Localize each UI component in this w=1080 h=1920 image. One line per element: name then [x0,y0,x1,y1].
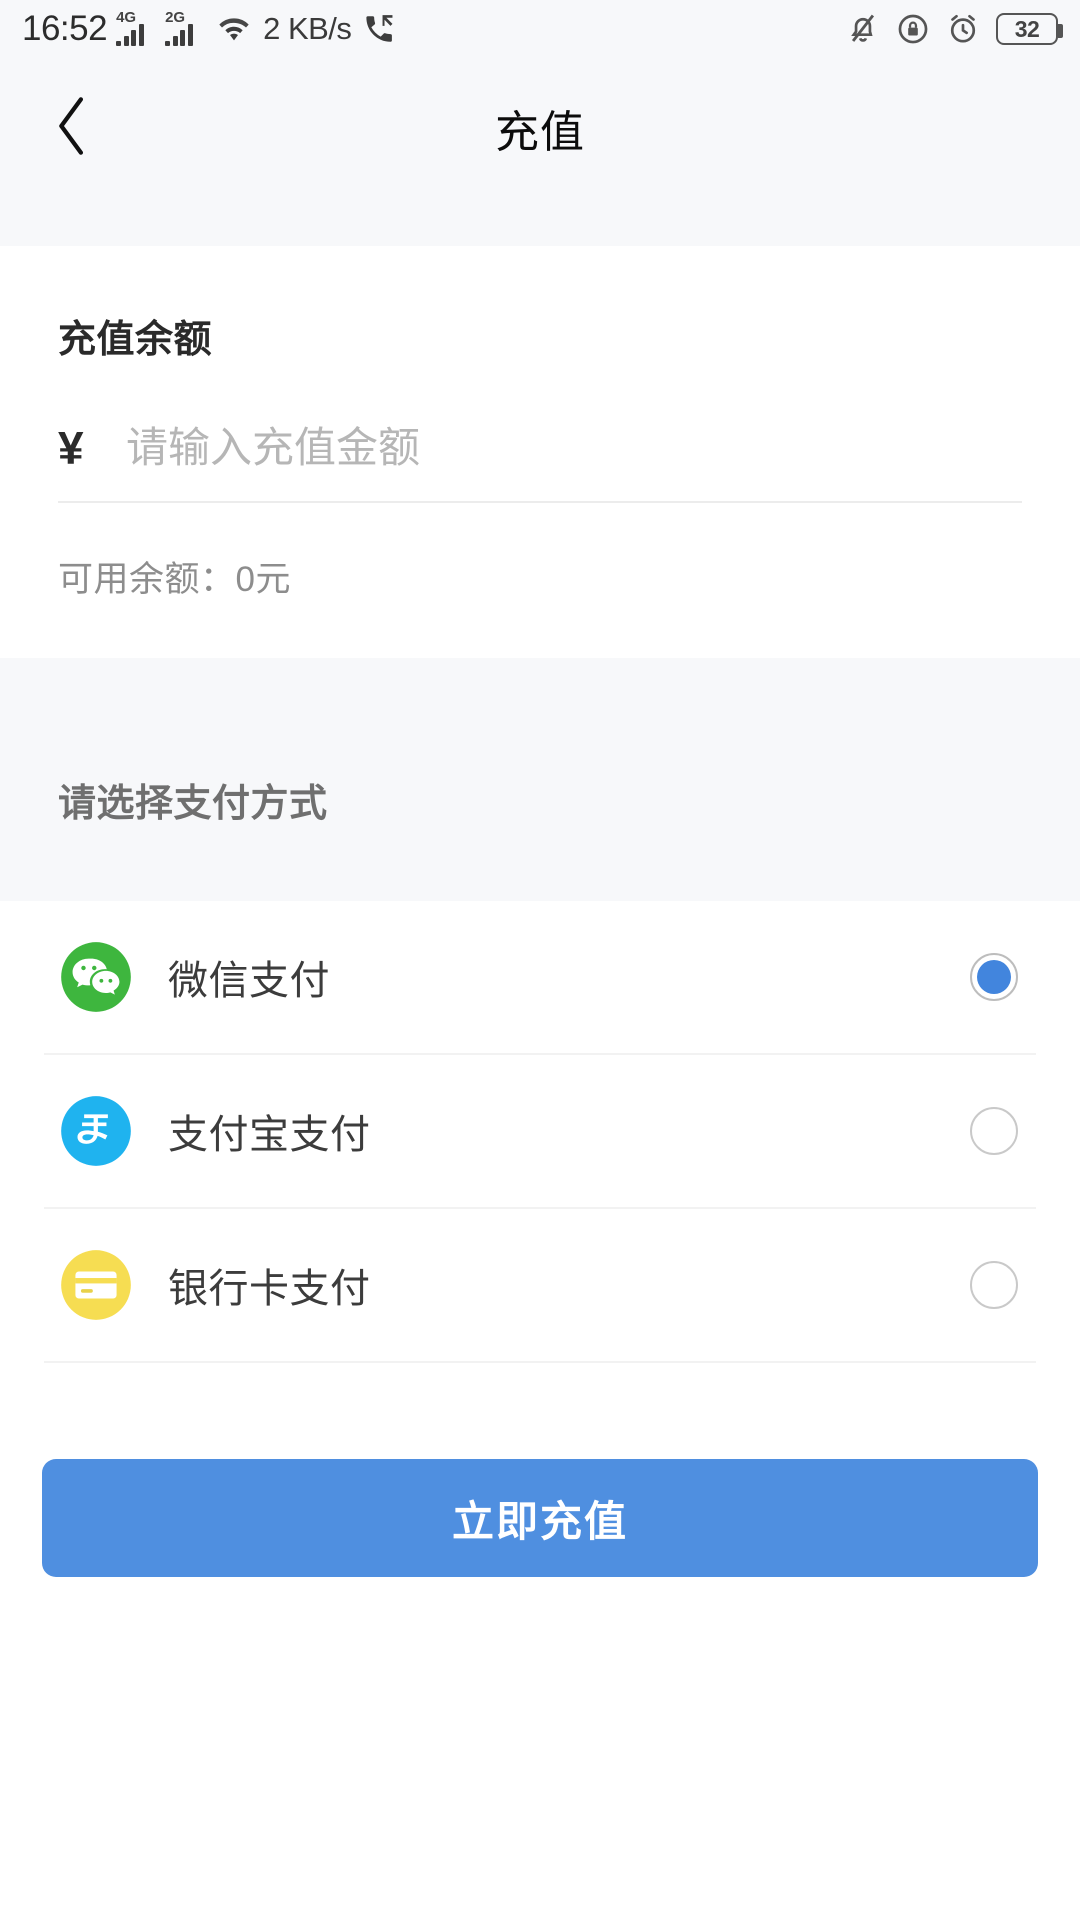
nav-bar: 充值 [0,58,1080,198]
payment-option-label: 支付宝支付 [168,1113,371,1157]
section-gap-top [0,198,1080,246]
submit-button-wrap: 立即充值 [0,1363,1080,1577]
network-speed: 2 KB/s [263,11,352,46]
payment-method-list: 微信支付 支付宝支付 银行卡支付 [0,901,1080,1363]
bell-off-icon [846,11,880,47]
battery-level: 32 [1014,15,1040,42]
recharge-balance-card: 充值余额 ¥ 可用余额：0元 [0,246,1080,658]
payment-option-label: 银行卡支付 [168,1267,371,1311]
missed-call-icon [360,12,398,46]
payment-option-bankcard[interactable]: 银行卡支付 [44,1209,1036,1363]
yen-symbol-icon: ¥ [58,422,84,474]
payment-radio-wechat[interactable] [970,953,1018,1001]
available-balance-text: 可用余额：0元 [58,560,291,599]
page-title: 充值 [495,108,585,157]
payment-option-alipay[interactable]: 支付宝支付 [44,1055,1036,1209]
alipay-icon [58,1093,134,1169]
alarm-clock-icon [946,12,980,46]
rotation-lock-icon [896,12,930,46]
amount-input-row: ¥ [58,421,1022,503]
bottom-filler [0,1577,1080,1920]
payment-option-wechat[interactable]: 微信支付 [44,901,1036,1055]
recharge-balance-title: 充值余额 [58,319,213,361]
app-screen: 16:52 4G 2G 2 KB/s 32 充值 充值余额 ¥ 请输入充值金额 … [0,0,1080,1920]
signal-sim2-icon: 2G [165,10,205,46]
payment-option-label: 微信支付 [168,959,330,1003]
status-bar: 16:52 4G 2G 2 KB/s 32 [0,0,1080,58]
payment-radio-alipay[interactable] [970,1107,1018,1155]
recharge-amount-input[interactable] [116,424,1022,472]
wechat-pay-icon [58,939,134,1015]
status-bar-right: 32 [846,11,1063,47]
battery-indicator: 32 [996,13,1063,45]
payment-method-title: 请选择支付方式 [0,698,1080,901]
status-time: 16:52 [22,9,108,48]
signal-sim1-icon: 4G [116,10,156,46]
bank-card-icon [58,1247,134,1323]
back-button[interactable] [36,92,108,164]
chevron-left-icon [50,94,94,163]
payment-radio-bankcard[interactable] [970,1261,1018,1309]
recharge-now-button[interactable]: 立即充值 [42,1459,1038,1577]
wifi-icon [214,13,254,45]
section-gap-middle [0,658,1080,698]
status-bar-left: 16:52 4G 2G 2 KB/s [22,9,398,49]
